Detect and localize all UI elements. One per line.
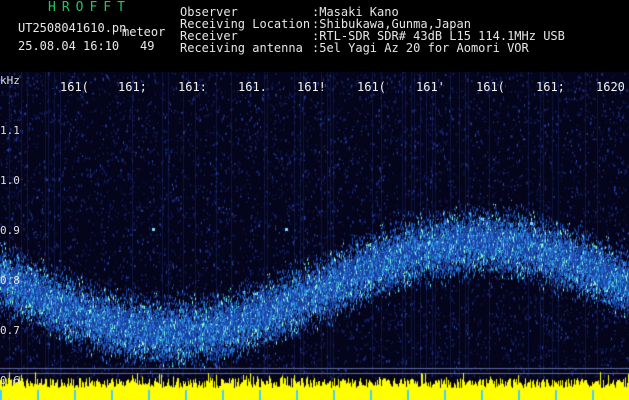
freq-label: 0.8 — [0, 274, 20, 287]
header-panel: HROFFT UT2508041610.pn meteor 25.08.04 1… — [0, 0, 629, 72]
time-tick: 161: — [178, 80, 207, 94]
antenna-label: Receiving antenna — [180, 41, 303, 55]
freq-unit-label: kHz — [0, 74, 20, 87]
time-tick: 161. — [238, 80, 267, 94]
freq-label: 0.7 — [0, 324, 20, 337]
freq-label: 0.9 — [0, 224, 20, 237]
freq-label: 0.6 — [0, 374, 20, 387]
app-title: HROFFT — [48, 0, 131, 15]
time-tick: 161( — [476, 80, 505, 94]
antenna-value: :5el Yagi Az 20 for Aomori VOR — [312, 41, 529, 55]
time-tick: 161; — [536, 80, 565, 94]
mode-label: meteor — [122, 25, 166, 39]
time-tick: 161( — [60, 80, 89, 94]
datetime-label: 25.08.04 16:10 — [18, 39, 120, 53]
spectrogram-canvas — [0, 72, 629, 400]
time-tick: 161! — [297, 80, 326, 94]
freq-label: 1.0 — [0, 174, 20, 187]
time-tick: 161' — [416, 80, 445, 94]
time-tick: 161; — [118, 80, 147, 94]
count-label: 49 — [140, 39, 155, 53]
time-tick: 161( — [357, 80, 386, 94]
filename-label: UT2508041610.pn — [18, 21, 127, 35]
time-tick: 1620 — [596, 80, 625, 94]
freq-label: 1.1 — [0, 124, 20, 137]
